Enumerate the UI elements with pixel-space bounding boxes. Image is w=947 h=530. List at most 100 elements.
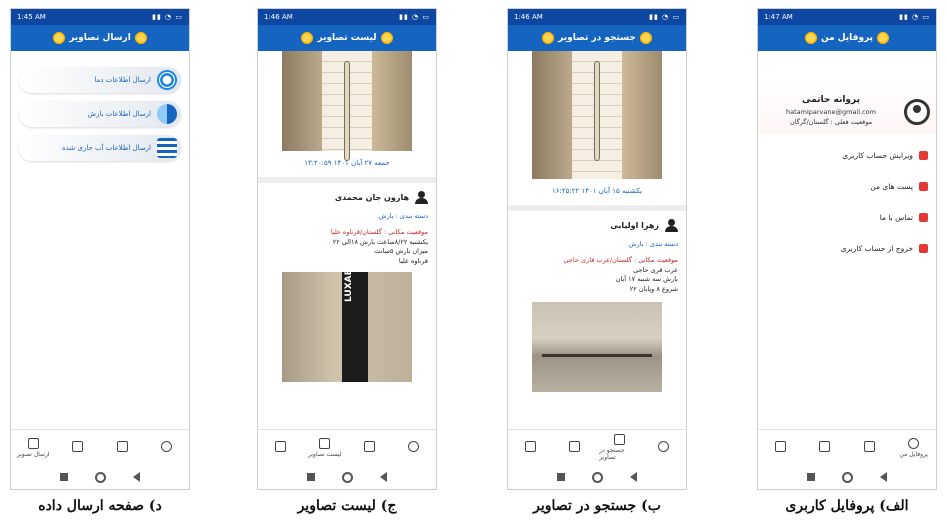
post-user: هارون جان محمدی [266,191,428,204]
page-title: پروفایل من [820,33,874,43]
nav-profile[interactable] [147,441,187,454]
caption-send: د) صفحه ارسال داده [38,498,162,514]
recents-icon[interactable] [557,473,566,481]
bottom-nav: پروفایل من [758,429,936,465]
send-rainfall-button[interactable]: ارسال اطلاعات بارش [19,101,181,127]
menu-label: خروج از حساب کاربری [840,244,913,253]
home-icon[interactable] [591,471,603,483]
profile-info: پروانه حاتمی hatamiparvane@gmail.com موق… [764,95,898,128]
post-category: دسته بندی : بارش [628,240,678,248]
app-bar: پروفایل من [758,25,936,51]
status-time: 1:47 AM [764,13,793,21]
send-runoff-button[interactable]: ارسال اطلاعات آب جاری شده [19,135,181,161]
status-icons: ▮▮ ◔ ▭ [399,13,430,21]
nav-profile[interactable] [644,441,684,454]
nav-list[interactable] [805,441,845,454]
post-location: موقعیت مکانی : گلستان/قرناوه علیا [330,228,428,236]
send-content: ارسال اطلاعات دما ارسال اطلاعات بارش ارس… [11,51,189,429]
back-icon[interactable] [379,472,387,482]
profile-icon [408,441,420,452]
thermometer-photo[interactable] [532,51,662,179]
avatar-icon [904,98,930,125]
nav-send[interactable]: ارسال تصویر [13,437,53,458]
app-bar: لیست تصاویر [258,25,436,51]
profile-icon [908,437,920,449]
send-temperature-button[interactable]: ارسال اطلاعات دما [19,67,181,93]
send-temperature-label: ارسال اطلاعات دما [94,76,151,84]
nav-profile[interactable] [394,441,434,454]
status-bar: 1:45 AM ▮▮ ◔ ▭ [11,9,189,25]
menu-logout[interactable]: خروج از حساب کاربری [758,233,936,264]
home-icon[interactable] [841,471,853,483]
umbrella-icon [157,104,177,124]
nav-search-label: جستجو در تصاویر [599,447,625,461]
system-nav [508,465,686,489]
profile-location: موقعیت فعلی : گلستان/گرگان [789,118,873,126]
menu-edit-account[interactable]: ویرایش حساب کاربری [758,140,936,171]
profile-menu: ویرایش حساب کاربری پست های من تماس با ما… [758,140,936,264]
status-time: 1:46 AM [264,13,293,21]
app-bar: جستجو در تصاویر [508,25,686,51]
back-icon[interactable] [629,472,637,482]
page-title: ارسال تصاویر [69,33,131,43]
system-nav [11,465,189,489]
page-title: لیست تصاویر [317,33,377,43]
nav-search[interactable] [102,441,142,454]
nav-profile[interactable]: پروفایل من [894,437,934,458]
desc-line: عرب قری حاجی [633,266,678,274]
recents-icon[interactable] [307,473,316,481]
send-icon [774,441,786,452]
post-card[interactable]: هارون جان محمدی دسته بندی : بارش موقعیت … [258,183,436,386]
back-icon[interactable] [879,472,887,482]
desc-line: بارش سه شنبه ۱۷ آبان [615,275,678,284]
gauge-photo[interactable] [532,302,662,393]
nav-send[interactable] [260,441,300,454]
search-image-icon [116,441,128,452]
status-icons: ▮▮ ◔ ▭ [152,13,183,21]
sun-icon [52,31,67,45]
nav-search[interactable] [849,441,889,454]
page-title: جستجو در تصاویر [558,33,636,43]
thermometer-photo[interactable] [282,51,412,161]
back-icon[interactable] [132,472,140,482]
send-options: ارسال اطلاعات دما ارسال اطلاعات بارش ارس… [11,51,189,185]
sun-icon [638,31,653,45]
nav-list[interactable] [555,441,595,454]
sun-icon [300,31,315,45]
nav-search[interactable]: جستجو در تصاویر [599,434,639,461]
user-edit-icon [919,151,928,160]
nav-search[interactable] [349,441,389,454]
sun-icon [133,31,148,45]
sun-icon [379,31,394,45]
send-runoff-label: ارسال اطلاعات آب جاری شده [62,144,151,152]
post-description: یکشنبه ۸/۲۲ساعت بارش ۱۸الی ۲۲ میزان بارش… [266,238,428,266]
menu-label: ویرایش حساب کاربری [842,151,913,160]
recents-icon[interactable] [807,473,816,481]
list-icon [72,441,84,452]
desc-line: میزان بارش ۵سانت [374,247,428,256]
status-bar: 1:46 AM ▮▮ ◔ ▭ [258,9,436,25]
nav-list[interactable]: لیست تصاویر [305,437,345,458]
post-card[interactable]: زهرا اولیایی دسته بندی : بارش موقعیت مکا… [508,211,686,396]
nav-list[interactable] [58,441,98,454]
caption-list: ج) لیست تصاویر [297,498,397,514]
list-icon [819,441,831,452]
profile-content: پروانه حاتمی hatamiparvane@gmail.com موق… [758,51,936,429]
menu-my-posts[interactable]: پست های من [758,171,936,202]
nav-send[interactable] [510,441,550,454]
home-icon[interactable] [341,471,353,483]
caption-profile: الف) پروفایل کاربری [785,498,909,514]
user-icon [665,219,678,232]
recents-icon[interactable] [60,473,69,481]
list-content: جمعه ۲۷ آبان ۱۴۰۱ ۱۳:۲۰:۵۹ هارون جان محم… [258,51,436,429]
rain-gauge-photo[interactable]: LUXAB [282,269,412,383]
home-icon[interactable] [94,471,106,483]
sun-icon [803,31,818,45]
bottom-nav: ارسال تصویر [11,429,189,465]
list-icon [569,441,581,452]
status-time: 1:46 AM [514,13,543,21]
menu-contact-us[interactable]: تماس با ما [758,202,936,233]
nav-send[interactable] [760,441,800,454]
list-icon [319,437,331,449]
status-bar: 1:47 AM ▮▮ ◔ ▭ [758,9,936,25]
